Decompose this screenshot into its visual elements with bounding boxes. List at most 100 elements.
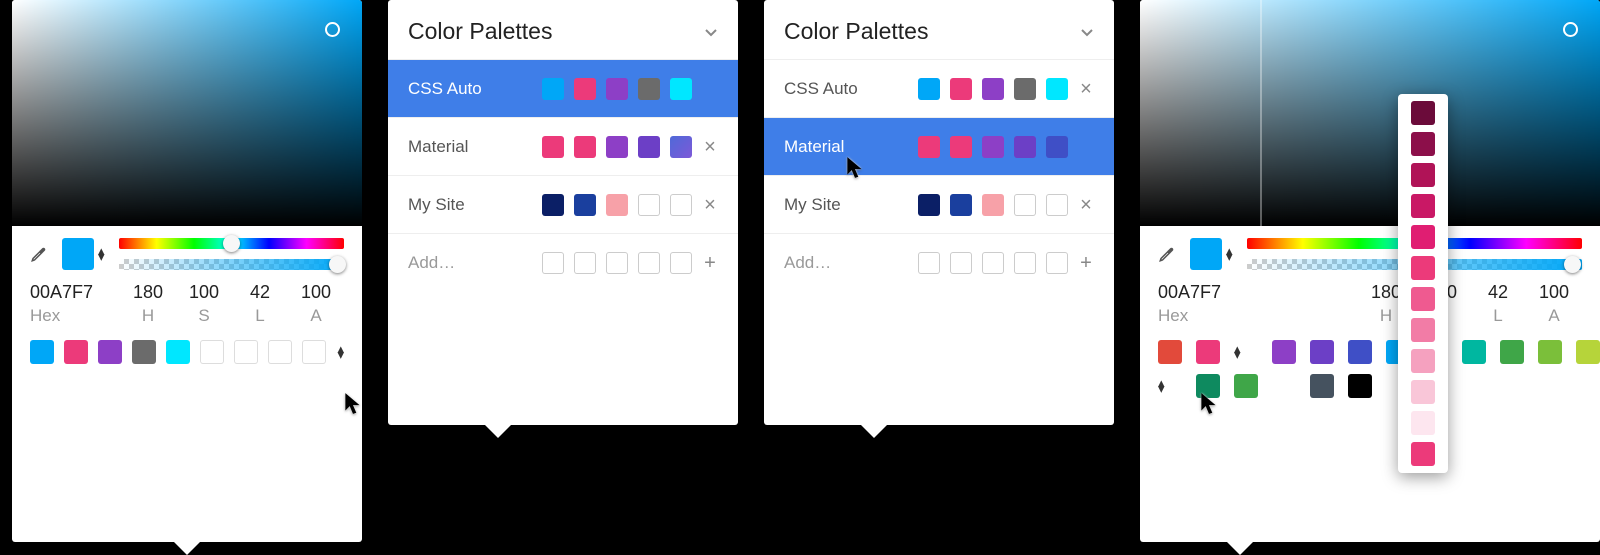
palette-mini-swatch[interactable] <box>982 136 1004 158</box>
palette-mini-swatch[interactable] <box>542 136 564 158</box>
palette-swatch[interactable] <box>234 340 258 364</box>
palette-mini-swatch[interactable] <box>606 194 628 216</box>
close-icon[interactable]: × <box>702 139 718 155</box>
palette-mini-swatch[interactable] <box>542 252 564 274</box>
hue-slider-handle[interactable] <box>223 235 240 252</box>
hue-value[interactable]: 180 <box>133 282 163 303</box>
palette-mini-swatch[interactable] <box>638 194 660 216</box>
palette-swatch[interactable] <box>64 340 88 364</box>
hex-value[interactable]: 00A7F7 <box>1158 282 1221 303</box>
palette-swatch[interactable] <box>1234 374 1258 398</box>
palette-mini-swatch[interactable] <box>542 78 564 100</box>
shade-swatch[interactable] <box>1411 225 1435 249</box>
shade-swatch[interactable] <box>1411 101 1435 125</box>
palette-row-add[interactable]: Add…+ <box>388 233 738 291</box>
swatch-stepper-icon[interactable]: ▴▾ <box>1226 248 1233 260</box>
shade-swatch[interactable] <box>1411 411 1435 435</box>
palette-mini-swatch[interactable] <box>982 252 1004 274</box>
close-icon[interactable]: × <box>1078 81 1094 97</box>
shade-swatch[interactable] <box>1411 194 1435 218</box>
palette-swatch[interactable] <box>1462 340 1486 364</box>
palette-mini-swatch[interactable] <box>1046 136 1068 158</box>
palette-mini-swatch[interactable] <box>606 252 628 274</box>
swatch-stepper-icon[interactable]: ▴▾ <box>98 248 105 260</box>
saturation-field[interactable] <box>1140 0 1600 226</box>
hue-slider[interactable] <box>119 238 344 249</box>
alpha-slider-handle[interactable] <box>329 256 346 273</box>
close-icon[interactable]: × <box>702 197 718 213</box>
palette-swatch[interactable] <box>1576 340 1600 364</box>
palette-mini-swatch[interactable] <box>638 136 660 158</box>
eyedropper-icon[interactable] <box>30 245 48 263</box>
eyedropper-icon[interactable] <box>1158 245 1176 263</box>
palette-mini-swatch[interactable] <box>1046 78 1068 100</box>
palette-mini-swatch[interactable] <box>670 78 692 100</box>
light-value[interactable]: 42 <box>250 282 270 303</box>
palette-mini-swatch[interactable] <box>918 194 940 216</box>
palette-swatch[interactable] <box>200 340 224 364</box>
palette-mini-swatch[interactable] <box>918 252 940 274</box>
palette-mini-swatch[interactable] <box>670 136 692 158</box>
palette-swatch[interactable] <box>1196 374 1220 398</box>
shade-swatch[interactable] <box>1411 163 1435 187</box>
palette-mini-swatch[interactable] <box>574 136 596 158</box>
palette-mini-swatch[interactable] <box>1046 252 1068 274</box>
palette-mini-swatch[interactable] <box>606 78 628 100</box>
palette-row[interactable]: My Site× <box>764 175 1114 233</box>
palette-row[interactable]: CSS Auto <box>388 59 738 117</box>
palette-mini-swatch[interactable] <box>670 194 692 216</box>
chevron-down-icon[interactable] <box>704 25 718 39</box>
alpha-value[interactable]: 100 <box>301 282 331 303</box>
saturation-handle[interactable] <box>325 22 340 37</box>
palette-mini-swatch[interactable] <box>950 78 972 100</box>
palette-mini-swatch[interactable] <box>918 136 940 158</box>
palette-stepper-icon[interactable]: ▴▾ <box>1234 346 1262 358</box>
plus-icon[interactable]: + <box>1078 255 1094 271</box>
palette-swatch[interactable] <box>1348 374 1372 398</box>
palette-mini-swatch[interactable] <box>918 78 940 100</box>
current-color-swatch[interactable] <box>1190 238 1222 270</box>
current-color-swatch[interactable] <box>62 238 94 270</box>
palette-swatch[interactable] <box>98 340 122 364</box>
palette-mini-swatch[interactable] <box>1014 78 1036 100</box>
saturation-field[interactable] <box>12 0 362 226</box>
shade-swatch[interactable] <box>1411 287 1435 311</box>
saturation-handle[interactable] <box>1563 22 1578 37</box>
shade-swatch[interactable] <box>1411 318 1435 342</box>
palette-swatch[interactable] <box>1348 340 1372 364</box>
palette-stepper-icon[interactable]: ▴▾ <box>1158 380 1186 392</box>
palette-swatch[interactable] <box>1196 340 1220 364</box>
palette-stepper-icon[interactable]: ▴▾ <box>337 346 344 358</box>
palette-mini-swatch[interactable] <box>574 194 596 216</box>
palette-swatch[interactable] <box>1500 340 1524 364</box>
palette-mini-swatch[interactable] <box>982 194 1004 216</box>
palette-mini-swatch[interactable] <box>606 136 628 158</box>
palette-swatch[interactable] <box>302 340 326 364</box>
shade-swatch[interactable] <box>1411 442 1435 466</box>
plus-icon[interactable]: + <box>702 255 718 271</box>
shade-swatch[interactable] <box>1411 380 1435 404</box>
palette-mini-swatch[interactable] <box>950 252 972 274</box>
palette-mini-swatch[interactable] <box>1014 194 1036 216</box>
palette-mini-swatch[interactable] <box>950 136 972 158</box>
alpha-slider-handle[interactable] <box>1564 256 1581 273</box>
palette-mini-swatch[interactable] <box>638 78 660 100</box>
palette-mini-swatch[interactable] <box>542 194 564 216</box>
palette-mini-swatch[interactable] <box>950 194 972 216</box>
palette-mini-swatch[interactable] <box>574 78 596 100</box>
palette-swatch[interactable] <box>1272 340 1296 364</box>
palette-row[interactable]: My Site× <box>388 175 738 233</box>
palette-swatch[interactable] <box>1538 340 1562 364</box>
palette-row[interactable]: Material <box>764 117 1114 175</box>
palette-mini-swatch[interactable] <box>1014 252 1036 274</box>
palette-swatch[interactable] <box>1310 340 1334 364</box>
palette-swatch[interactable] <box>1158 340 1182 364</box>
close-icon[interactable]: × <box>1078 197 1094 213</box>
palette-row[interactable]: Material× <box>388 117 738 175</box>
palette-mini-swatch[interactable] <box>1046 194 1068 216</box>
hex-value[interactable]: 00A7F7 <box>30 282 93 303</box>
palette-swatch[interactable] <box>30 340 54 364</box>
palette-swatch[interactable] <box>1310 374 1334 398</box>
palette-mini-swatch[interactable] <box>574 252 596 274</box>
palette-swatch[interactable] <box>166 340 190 364</box>
